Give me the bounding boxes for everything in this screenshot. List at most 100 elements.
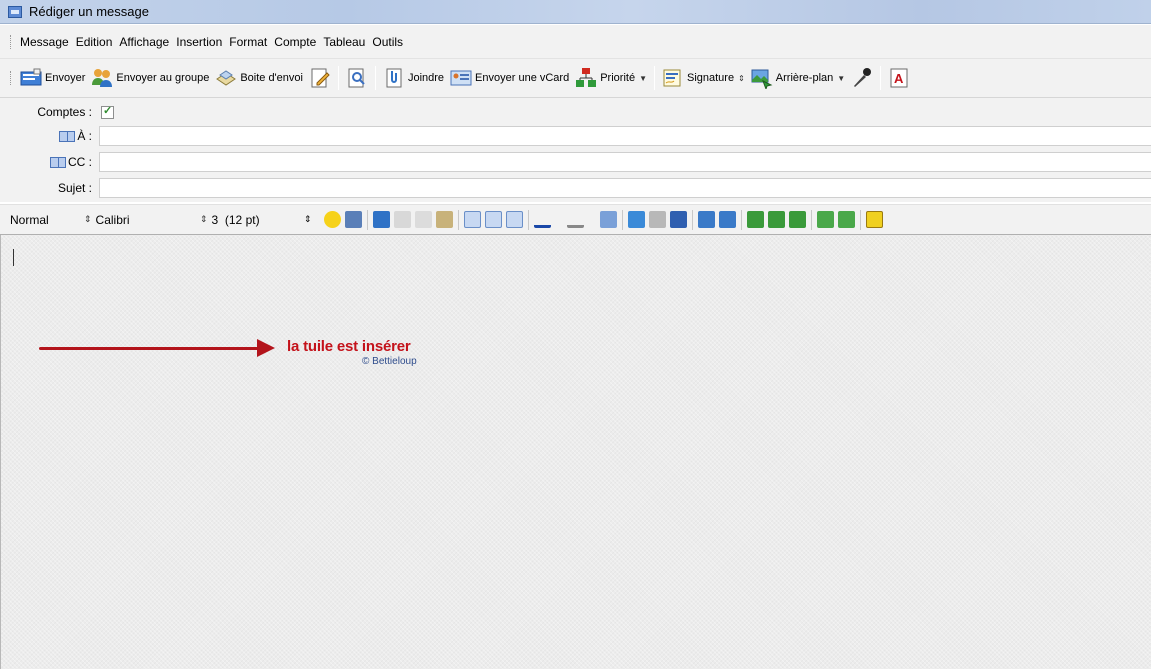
- vcard-button[interactable]: Envoyer une vCard: [447, 63, 572, 93]
- microphone-icon: [854, 68, 872, 87]
- outbox-button[interactable]: Boite d'envoi: [212, 63, 306, 93]
- spellcheck-icon: A: [890, 68, 908, 88]
- undo-icon[interactable]: [372, 211, 390, 228]
- format-separator: [366, 209, 368, 230]
- window-title: Rédiger un message: [29, 4, 149, 19]
- signature-button[interactable]: Signature ⇕: [659, 63, 748, 93]
- font-size-value: 3 (12 pt): [211, 212, 260, 227]
- underline-icon[interactable]: [505, 211, 523, 228]
- insert-object-icon[interactable]: [344, 211, 362, 228]
- toolbar-separator: [653, 66, 655, 90]
- indent-increase-icon[interactable]: [816, 211, 834, 228]
- background-dropdown-icon: ▼: [837, 73, 846, 83]
- to-row: À :: [0, 125, 1151, 147]
- priority-dropdown-icon: ▼: [639, 73, 647, 83]
- italic-icon[interactable]: [484, 211, 502, 228]
- size-spin-icon: ⇕: [200, 214, 208, 224]
- size-spin-icon-2: ⇕: [304, 214, 312, 224]
- background-image-icon: [751, 69, 773, 89]
- message-body-editor[interactable]: la tuile est insérer © Bettieloup: [0, 235, 1151, 669]
- menu-outils[interactable]: Outils: [369, 33, 406, 51]
- align-center-icon[interactable]: [767, 211, 785, 228]
- header-fields: Comptes : À : CC : Sujet :: [0, 98, 1151, 202]
- toolbar-grip: [10, 71, 13, 85]
- signature-icon: [663, 69, 681, 87]
- subject-row: Sujet :: [0, 177, 1151, 199]
- copy-icon[interactable]: [414, 211, 432, 228]
- accounts-label: Comptes :: [37, 105, 92, 119]
- menu-insertion[interactable]: Insertion: [173, 33, 225, 51]
- menu-grip: [10, 34, 13, 49]
- insert-image-icon[interactable]: [627, 211, 645, 228]
- credit-text: © Bettieloup: [362, 356, 417, 367]
- menu-bar: Message Edition Affichage Insertion Form…: [0, 25, 1151, 59]
- microphone-button[interactable]: [848, 63, 876, 93]
- format-toolbar: Normal ⇕ Calibri ⇕ 3 (12 pt) ⇕: [0, 204, 1151, 235]
- bold-icon[interactable]: [463, 211, 481, 228]
- fill-color-icon[interactable]: [599, 211, 617, 228]
- spellcheck-button[interactable]: A: [885, 63, 913, 93]
- title-bar: Rédiger un message: [0, 0, 1151, 24]
- cut-icon[interactable]: [393, 211, 411, 228]
- priority-button[interactable]: Priorité ▼: [572, 63, 650, 93]
- send-label: Envoyer: [45, 72, 86, 84]
- attach-button[interactable]: Joindre: [380, 63, 447, 93]
- accounts-checkbox[interactable]: [101, 104, 114, 119]
- text-color-dropdown-icon[interactable]: [555, 211, 563, 228]
- indent-decrease-icon[interactable]: [837, 211, 855, 228]
- priority-icon: [576, 68, 597, 87]
- send-icon: [20, 68, 42, 86]
- cc-label: CC :: [68, 155, 92, 169]
- address-book-icon[interactable]: [59, 130, 76, 142]
- align-left-icon[interactable]: [746, 211, 764, 228]
- draft-button[interactable]: [306, 63, 334, 93]
- vcard-icon: [450, 70, 472, 86]
- insert-table-icon[interactable]: [669, 211, 687, 228]
- highlight-dropdown-icon[interactable]: [588, 211, 596, 228]
- address-book-icon[interactable]: [50, 156, 66, 168]
- insert-tag-icon[interactable]: [865, 211, 883, 228]
- insert-link-icon[interactable]: [648, 211, 666, 228]
- font-value: Calibri: [95, 212, 130, 227]
- menu-format[interactable]: Format: [226, 33, 270, 51]
- cc-row: CC :: [0, 151, 1151, 173]
- send-button[interactable]: Envoyer: [17, 63, 88, 93]
- paragraph-style-value: Normal: [10, 212, 49, 227]
- menu-message[interactable]: Message: [17, 33, 72, 51]
- toolbar-separator: [337, 66, 339, 90]
- send-group-button[interactable]: Envoyer au groupe: [88, 63, 212, 93]
- send-group-label: Envoyer au groupe: [116, 72, 210, 84]
- toolbar-separator: [374, 66, 376, 90]
- compose-window-icon: [8, 5, 22, 18]
- cc-label-wrap: CC :: [0, 155, 96, 169]
- cc-field[interactable]: [99, 152, 1151, 172]
- svg-text:A: A: [894, 71, 904, 86]
- to-field[interactable]: [99, 126, 1151, 146]
- menu-tableau[interactable]: Tableau: [320, 33, 368, 51]
- edit-document-icon: [311, 68, 330, 88]
- text-color-icon[interactable]: [533, 211, 551, 228]
- menu-edition[interactable]: Edition: [73, 33, 116, 51]
- highlight-icon[interactable]: [566, 211, 584, 228]
- format-separator: [740, 209, 742, 230]
- signature-spin-icon: ⇕: [738, 73, 745, 83]
- bullet-list-icon[interactable]: [718, 211, 736, 228]
- attach-label: Joindre: [407, 72, 445, 84]
- paragraph-style-select[interactable]: Normal: [4, 210, 78, 230]
- font-spin-icon: ⇕: [84, 214, 92, 224]
- align-right-icon[interactable]: [788, 211, 806, 228]
- preview-button[interactable]: [343, 63, 371, 93]
- vcard-label: Envoyer une vCard: [475, 72, 570, 84]
- menu-compte[interactable]: Compte: [271, 33, 319, 51]
- subject-field[interactable]: [99, 178, 1151, 198]
- font-size-select[interactable]: ⇕ 3 (12 pt): [194, 210, 304, 230]
- background-button[interactable]: Arrière-plan ▼: [748, 63, 848, 93]
- menu-affichage[interactable]: Affichage: [116, 33, 172, 51]
- paste-icon[interactable]: [435, 211, 453, 228]
- format-separator: [691, 209, 693, 230]
- format-separator: [859, 209, 861, 230]
- smiley-icon[interactable]: [323, 211, 341, 228]
- numbered-list-icon[interactable]: [697, 211, 715, 228]
- subject-label: Sujet :: [57, 181, 92, 195]
- font-select[interactable]: ⇕ Calibri: [78, 210, 194, 230]
